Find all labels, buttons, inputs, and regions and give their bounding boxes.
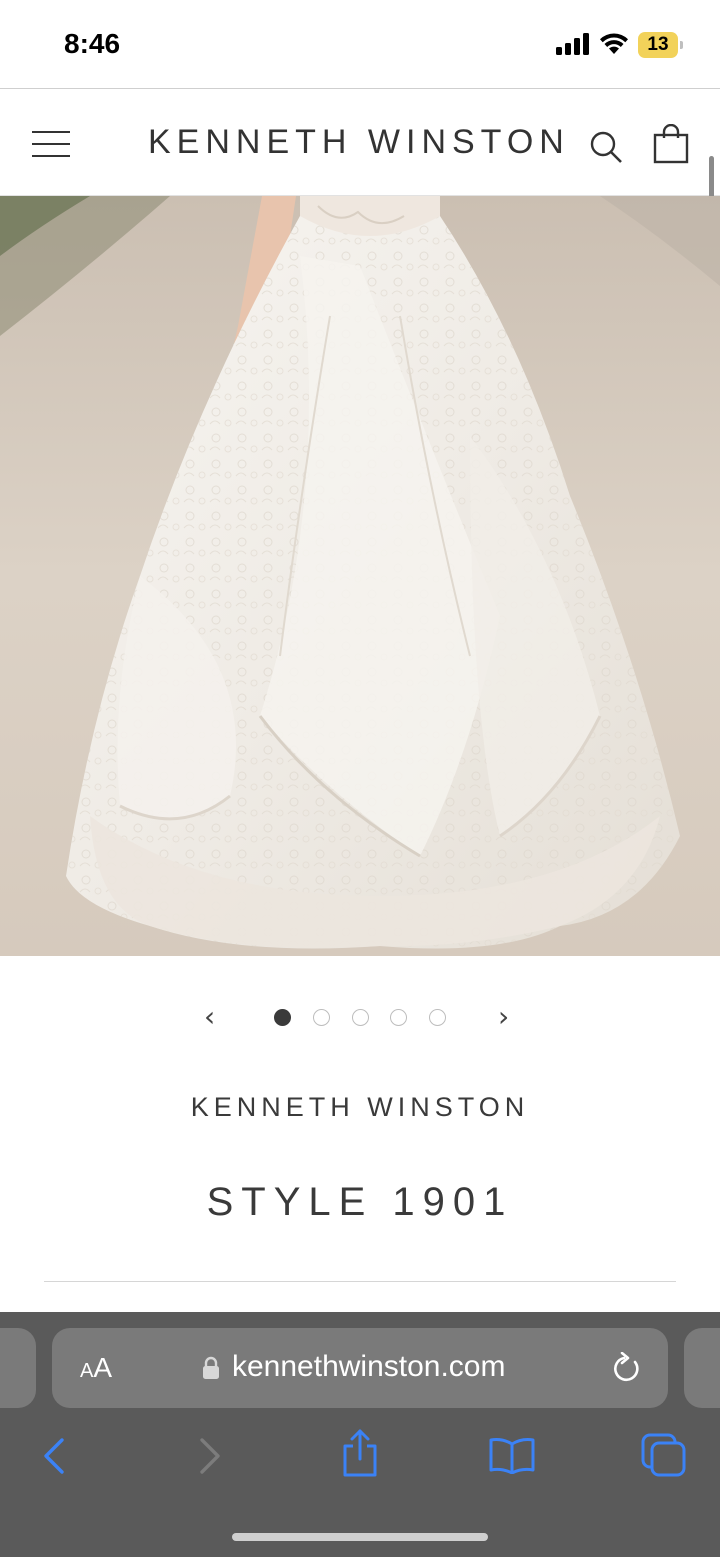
next-tab-peek[interactable] (684, 1328, 720, 1408)
section-divider (44, 1281, 676, 1282)
carousel-dot-1[interactable] (274, 1009, 291, 1026)
carousel-dot-4[interactable] (390, 1009, 407, 1026)
carousel-prev-button[interactable]: ‹ (204, 1000, 215, 1033)
carousel-dot-2[interactable] (313, 1009, 330, 1026)
site-header: KENNETH WINSTON (0, 88, 720, 196)
shopping-bag-icon[interactable] (653, 124, 689, 164)
url-text[interactable]: kennethwinston.com (232, 1350, 506, 1384)
search-icon[interactable] (588, 129, 624, 165)
hamburger-menu-icon[interactable] (32, 129, 72, 157)
brand-logo[interactable]: KENNETH WINSTON (148, 123, 570, 162)
reload-icon[interactable] (612, 1352, 642, 1384)
home-indicator[interactable] (232, 1533, 488, 1541)
battery-level: 13 (647, 34, 669, 55)
carousel-dot-5[interactable] (429, 1009, 446, 1026)
tabs-icon[interactable] (640, 1432, 688, 1478)
previous-tab-peek[interactable] (0, 1328, 36, 1408)
lock-icon (203, 1356, 219, 1379)
carousel-dot-3[interactable] (352, 1009, 369, 1026)
wifi-icon (600, 33, 628, 54)
battery-nub (680, 41, 683, 49)
reader-aa-button[interactable]: AA (80, 1352, 112, 1384)
product-hero-image[interactable] (0, 196, 720, 956)
battery-body: 13 (638, 32, 678, 58)
status-bar: 8:46 13 (0, 0, 720, 88)
aa-small-label: A (80, 1360, 94, 1382)
status-time: 8:46 (64, 28, 121, 59)
image-carousel-controls: ‹ › (0, 996, 720, 1040)
product-designer[interactable]: KENNETH WINSTON (0, 1092, 720, 1123)
bookmarks-icon[interactable] (488, 1436, 536, 1474)
carousel-next-button[interactable]: › (498, 1000, 509, 1033)
product-title: STYLE 1901 (206, 1180, 514, 1224)
wedding-dress-illustration (0, 196, 720, 956)
aa-large-label: A (93, 1352, 113, 1383)
address-bar[interactable]: AA kennethwinston.com (52, 1328, 668, 1408)
forward-icon[interactable] (196, 1436, 224, 1476)
cellular-signal-icon (556, 33, 589, 55)
browser-toolbar: AA kennethwinston.com (0, 1312, 720, 1557)
share-icon[interactable] (340, 1428, 380, 1478)
battery-indicator: 13 (638, 32, 683, 58)
back-icon[interactable] (40, 1436, 68, 1476)
